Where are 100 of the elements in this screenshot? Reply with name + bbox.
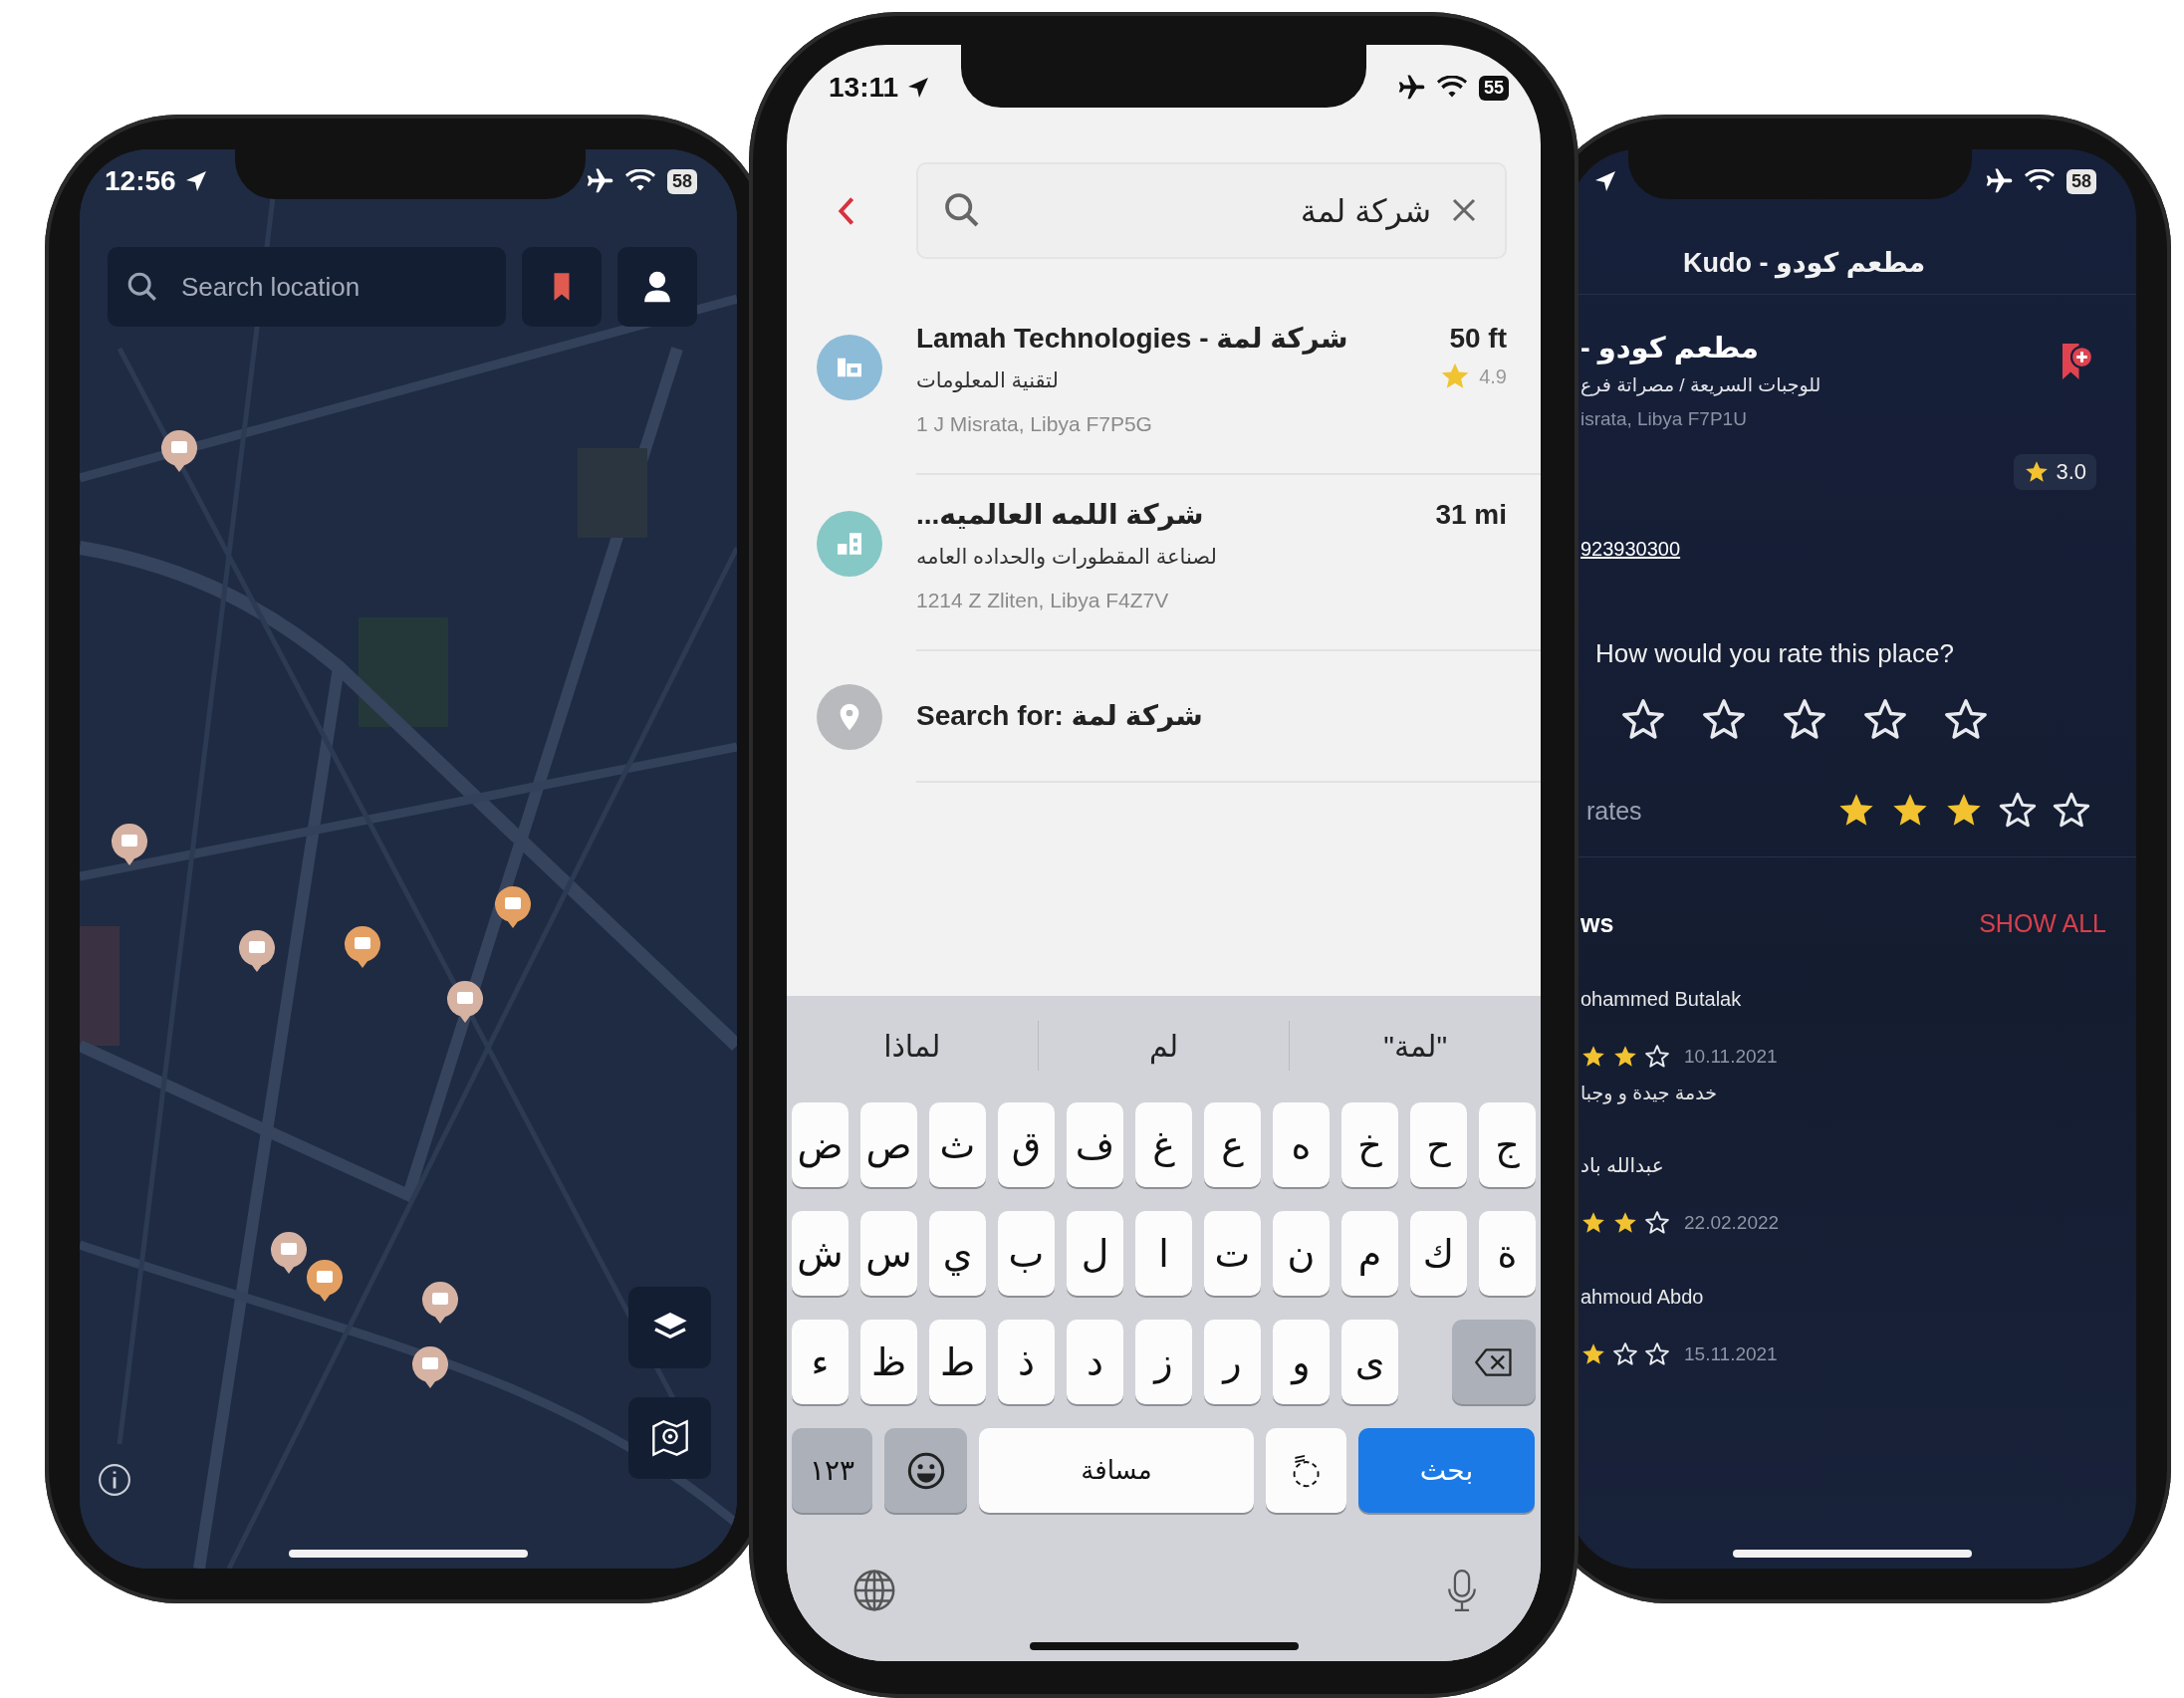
key[interactable]: ظ — [860, 1320, 917, 1404]
key[interactable]: ذ — [998, 1320, 1055, 1404]
star-icon — [1612, 1044, 1638, 1070]
review-author: ahmoud Abdo — [1580, 1285, 1704, 1310]
layers-button[interactable] — [628, 1287, 711, 1368]
map-pin-button[interactable] — [628, 1397, 711, 1479]
map-marker-icon[interactable] — [305, 1258, 345, 1304]
key[interactable]: ى — [1341, 1320, 1398, 1404]
key[interactable]: ش — [792, 1211, 849, 1296]
show-all-link[interactable]: SHOW ALL — [1979, 909, 2106, 938]
numbers-key[interactable]: ١٢٣ — [792, 1428, 872, 1513]
globe-icon[interactable] — [851, 1568, 897, 1613]
emoji-key[interactable] — [884, 1428, 967, 1513]
rates-label: rates — [1586, 796, 1642, 826]
review-date: 15.11.2021 — [1684, 1343, 1778, 1365]
key[interactable]: ل — [1067, 1211, 1123, 1296]
bookmark-icon — [552, 271, 572, 303]
result-title[interactable]: Search for: شركة لمة — [916, 696, 1203, 736]
star-icon — [1644, 1044, 1670, 1070]
info-icon[interactable] — [98, 1463, 131, 1497]
place-category: للوجبات السريعة / مصراتة فرع — [1580, 373, 1821, 398]
map-marker-icon[interactable] — [269, 1230, 309, 1276]
key[interactable]: ي — [929, 1211, 986, 1296]
result-rating: 4.9 — [1479, 364, 1507, 388]
screen-title: Kudo - مطعم كودو — [1683, 246, 1926, 279]
map-marker-icon[interactable] — [445, 979, 485, 1025]
key[interactable]: ه — [1273, 1102, 1330, 1187]
search-field[interactable]: Search location — [108, 247, 506, 327]
key[interactable]: غ — [1135, 1102, 1192, 1187]
key[interactable]: ص — [860, 1102, 917, 1187]
key[interactable]: ق — [998, 1102, 1055, 1187]
key[interactable]: ط — [929, 1320, 986, 1404]
rate-prompt: How would you rate this place? — [1595, 638, 1954, 669]
key[interactable]: ر — [1204, 1320, 1261, 1404]
status-time: 12:56 — [105, 165, 176, 197]
result-address: 1 J Misrata, Libya F7P5G — [916, 411, 1152, 437]
wifi-icon — [624, 169, 655, 193]
key[interactable]: ء — [792, 1320, 849, 1404]
suggestion[interactable]: "لمة" — [1290, 1016, 1541, 1076]
result-category: لتقنية المعلومات — [916, 367, 1059, 394]
suggestion[interactable]: لماذا — [787, 1016, 1038, 1076]
key[interactable]: ف — [1067, 1102, 1123, 1187]
status-time: 13:11 — [829, 72, 899, 104]
suggestion[interactable]: لم — [1038, 1016, 1290, 1076]
key[interactable]: ض — [792, 1102, 849, 1187]
map-marker-icon[interactable] — [410, 1344, 450, 1390]
key[interactable]: س — [860, 1211, 917, 1296]
microphone-icon[interactable] — [1445, 1568, 1479, 1613]
key[interactable]: د — [1067, 1320, 1123, 1404]
star-icon — [1612, 1341, 1638, 1367]
phone-link[interactable]: 923930300 — [1580, 538, 1681, 561]
key[interactable]: ح — [1410, 1102, 1467, 1187]
battery-indicator: 55 — [1478, 75, 1509, 101]
rating-value: 3.0 — [2056, 459, 2086, 485]
section-title: ws — [1580, 909, 1614, 938]
person-icon — [643, 270, 671, 304]
key[interactable]: ت — [1204, 1211, 1261, 1296]
tanween-key[interactable]: ◌ً — [1266, 1428, 1346, 1513]
delete-key[interactable] — [1452, 1320, 1536, 1404]
star-icon — [1644, 1341, 1670, 1367]
key[interactable]: ن — [1273, 1211, 1330, 1296]
location-arrow-icon — [906, 76, 931, 100]
key[interactable]: خ — [1341, 1102, 1398, 1187]
key[interactable]: ث — [929, 1102, 986, 1187]
star-icon — [1612, 1210, 1638, 1236]
result-distance: 50 ft — [1449, 322, 1507, 356]
key[interactable]: ز — [1135, 1320, 1192, 1404]
review-date: 10.11.2021 — [1684, 1046, 1778, 1068]
map-marker-icon[interactable] — [343, 924, 382, 970]
key[interactable]: ة — [1479, 1211, 1536, 1296]
battery-indicator: 58 — [2065, 168, 2096, 194]
emoji-icon — [905, 1450, 946, 1491]
key[interactable]: ع — [1204, 1102, 1261, 1187]
map-marker-icon[interactable] — [159, 428, 199, 474]
map-marker-icon[interactable] — [493, 884, 533, 930]
key[interactable]: ب — [998, 1211, 1055, 1296]
result-title[interactable]: Lamah Technologies - شركة لمة — [916, 319, 1348, 359]
result-address: 1214 Z Zliten, Libya F4Z7V — [916, 588, 1169, 613]
star-icon — [1644, 1210, 1670, 1236]
star-icon — [1580, 1341, 1606, 1367]
map-marker-icon[interactable] — [110, 822, 149, 867]
key[interactable]: ا — [1135, 1211, 1192, 1296]
place-address: israta, Libya F7P1U — [1580, 407, 1747, 431]
key[interactable]: و — [1273, 1320, 1330, 1404]
location-arrow-icon — [1593, 169, 1617, 193]
result-title[interactable]: شركة اللمه العالميه... — [916, 495, 1204, 535]
space-key[interactable]: مسافة — [979, 1428, 1254, 1513]
map-marker-icon[interactable] — [237, 928, 277, 974]
star-icon — [1580, 1044, 1606, 1070]
key[interactable]: ج — [1479, 1102, 1536, 1187]
search-icon — [125, 270, 159, 304]
map-marker-icon[interactable] — [420, 1280, 460, 1326]
key[interactable]: م — [1341, 1211, 1398, 1296]
result-category: لصناعة المقطورات والحداده العامه — [916, 544, 1217, 571]
profile-button[interactable] — [617, 247, 697, 327]
search-field[interactable]: شركة لمة — [916, 162, 1507, 259]
key[interactable]: ك — [1410, 1211, 1467, 1296]
review-date: 22.02.2022 — [1684, 1212, 1780, 1234]
search-key[interactable]: بحث — [1358, 1428, 1535, 1513]
bookmark-button[interactable] — [522, 247, 602, 327]
